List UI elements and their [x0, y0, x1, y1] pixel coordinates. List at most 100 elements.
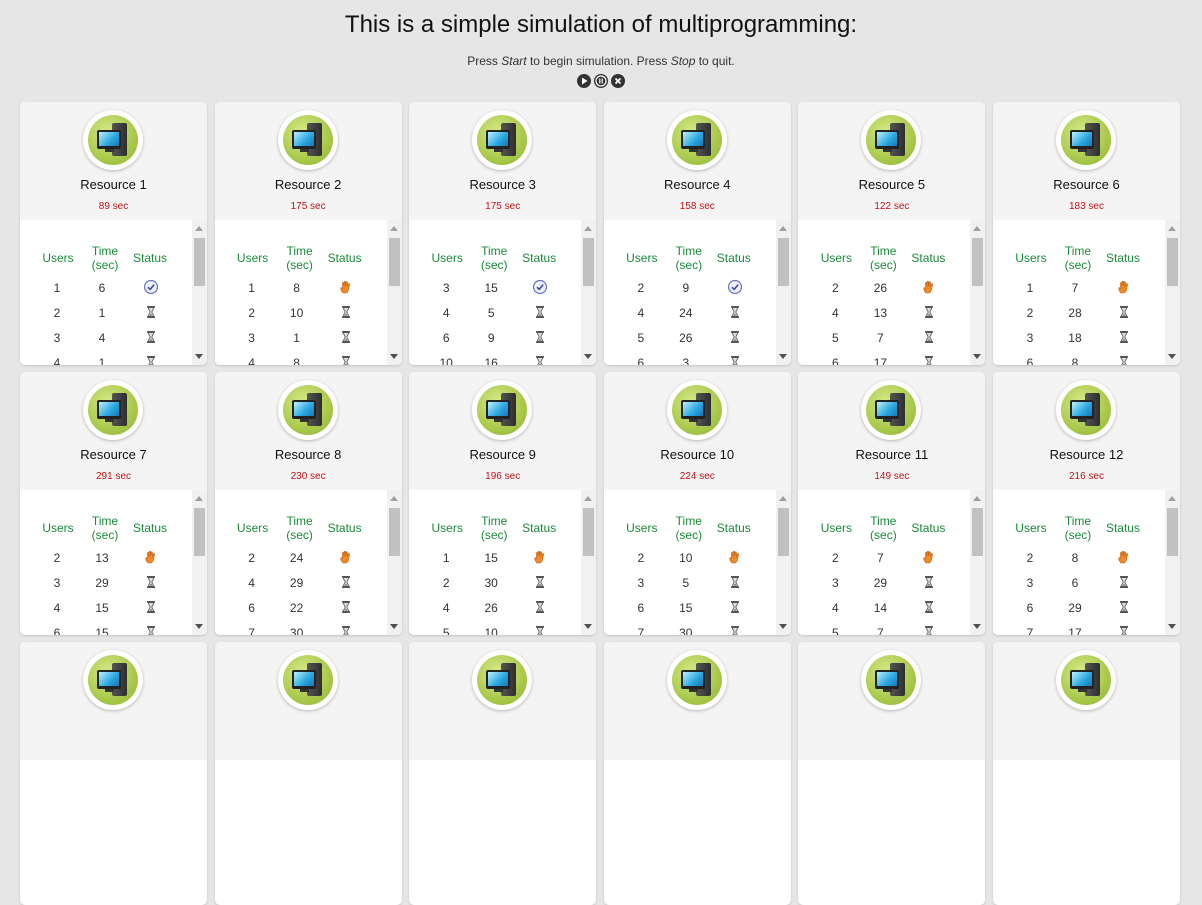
users-table: Users Time (sec) Status 2 10 3 5 6 15 7 …: [603, 490, 791, 635]
table-row: 6 15: [20, 622, 192, 635]
scrollbar-thumb[interactable]: [583, 238, 595, 286]
scroll-up-icon[interactable]: [973, 226, 982, 231]
table-scrollbar[interactable]: [970, 220, 986, 365]
scroll-down-icon[interactable]: [1167, 624, 1176, 629]
resource-header: [603, 642, 791, 760]
resource-header: Resource 1 89 sec: [20, 102, 207, 220]
scroll-up-icon[interactable]: [389, 226, 398, 231]
table-row: 2 10: [215, 302, 387, 327]
table-scrollbar[interactable]: [581, 220, 597, 365]
resource-header: [798, 642, 986, 760]
scroll-down-icon[interactable]: [195, 624, 203, 629]
scroll-up-icon[interactable]: [973, 496, 982, 501]
scrollbar-thumb[interactable]: [194, 508, 205, 556]
table-scrollbar[interactable]: [192, 490, 207, 635]
scrollbar-thumb[interactable]: [777, 508, 789, 556]
table-scrollbar[interactable]: [1164, 490, 1180, 635]
users-table: Users Time (sec) Status 2 8 3 6 6 29 7 1…: [992, 490, 1180, 635]
time-cell: 3: [682, 356, 690, 365]
scroll-up-icon[interactable]: [778, 226, 787, 231]
table-scrollbar[interactable]: [581, 490, 597, 635]
hourglass-icon: [722, 329, 748, 345]
user-cell: 3: [1026, 331, 1034, 345]
scroll-down-icon[interactable]: [973, 354, 982, 359]
time-column-header: Time (sec): [675, 514, 703, 542]
scrollbar-thumb[interactable]: [388, 508, 400, 556]
resource-time: 196 sec: [485, 471, 521, 482]
time-cell: 17: [873, 356, 888, 365]
resource-header: Resource 5 122 sec: [798, 102, 986, 220]
scroll-up-icon[interactable]: [584, 496, 593, 501]
table-row: 6 8: [993, 352, 1165, 365]
table-scrollbar[interactable]: [775, 490, 791, 635]
time-cell: 13: [95, 551, 109, 565]
scroll-down-icon[interactable]: [778, 624, 787, 629]
hourglass-icon: [333, 599, 359, 615]
scroll-down-icon[interactable]: [778, 354, 787, 359]
scroll-up-icon[interactable]: [584, 226, 593, 231]
table-header: Users Time (sec) Status: [20, 242, 192, 274]
scrollbar-thumb[interactable]: [1166, 508, 1178, 556]
hand-icon: [916, 279, 942, 295]
stop-icon[interactable]: [611, 74, 625, 88]
table-scrollbar[interactable]: [386, 220, 402, 365]
user-cell: 10: [439, 356, 453, 365]
scroll-up-icon[interactable]: [1167, 496, 1176, 501]
time-cell: 15: [484, 551, 498, 565]
hourglass-icon: [722, 624, 748, 635]
scroll-down-icon[interactable]: [1167, 354, 1176, 359]
resource-name: Resource 10: [660, 447, 735, 462]
users-table: Users Time (sec) Status 1 15 2 30 4 26 5…: [409, 490, 597, 635]
table-scrollbar[interactable]: [192, 220, 207, 365]
table-row: 2 30: [409, 572, 581, 597]
scrollbar-thumb[interactable]: [972, 508, 984, 556]
table-scrollbar[interactable]: [386, 490, 402, 635]
resource-card: Resource 2 175 sec Users Time (sec) Stat…: [214, 102, 402, 365]
scroll-down-icon[interactable]: [389, 354, 398, 359]
scroll-up-icon[interactable]: [1167, 226, 1176, 231]
scrollbar-thumb[interactable]: [777, 238, 789, 286]
user-cell: 7: [248, 626, 255, 635]
time-cell: 7: [877, 331, 884, 345]
hourglass-icon: [1111, 574, 1137, 590]
resource-name: Resource 11: [855, 447, 929, 462]
scrollbar-thumb[interactable]: [972, 238, 984, 286]
scroll-down-icon[interactable]: [584, 624, 593, 629]
table-scrollbar[interactable]: [970, 490, 986, 635]
computer-icon: [472, 650, 533, 710]
table-row: 2 10: [604, 547, 776, 572]
play-icon[interactable]: [577, 74, 591, 88]
scroll-down-icon[interactable]: [195, 354, 203, 359]
table-row: 4 29: [215, 572, 387, 597]
scroll-up-icon[interactable]: [195, 496, 203, 501]
resource-card: Resource 4 158 sec Users Time (sec) Stat…: [603, 102, 791, 365]
resource-card: [603, 642, 791, 905]
scrollbar-thumb[interactable]: [583, 508, 595, 556]
users-column-header: Users: [431, 521, 463, 535]
computer-icon: [1055, 650, 1116, 710]
hourglass-icon: [333, 329, 359, 345]
scrollbar-thumb[interactable]: [1166, 238, 1178, 286]
table-row: 4 5: [409, 302, 581, 327]
table-scrollbar[interactable]: [775, 220, 791, 365]
user-cell: 7: [637, 626, 645, 635]
scroll-up-icon[interactable]: [389, 496, 398, 501]
scroll-up-icon[interactable]: [195, 226, 203, 231]
scroll-down-icon[interactable]: [584, 354, 593, 359]
user-cell: 5: [832, 626, 839, 635]
scrollbar-thumb[interactable]: [388, 238, 400, 286]
table-scrollbar[interactable]: [1164, 220, 1180, 365]
scrollbar-thumb[interactable]: [194, 238, 205, 286]
time-cell: 7: [1071, 281, 1079, 295]
time-cell: 15: [679, 601, 693, 615]
user-cell: 6: [248, 601, 255, 615]
pause-icon[interactable]: [594, 74, 608, 88]
user-cell: 1: [53, 281, 61, 295]
user-cell: 2: [1026, 551, 1034, 565]
hourglass-icon: [916, 304, 942, 320]
scroll-down-icon[interactable]: [389, 624, 398, 629]
time-column-header: Time (sec): [286, 514, 313, 542]
scroll-down-icon[interactable]: [973, 624, 982, 629]
scroll-up-icon[interactable]: [778, 496, 787, 501]
time-cell: 29: [95, 576, 109, 590]
